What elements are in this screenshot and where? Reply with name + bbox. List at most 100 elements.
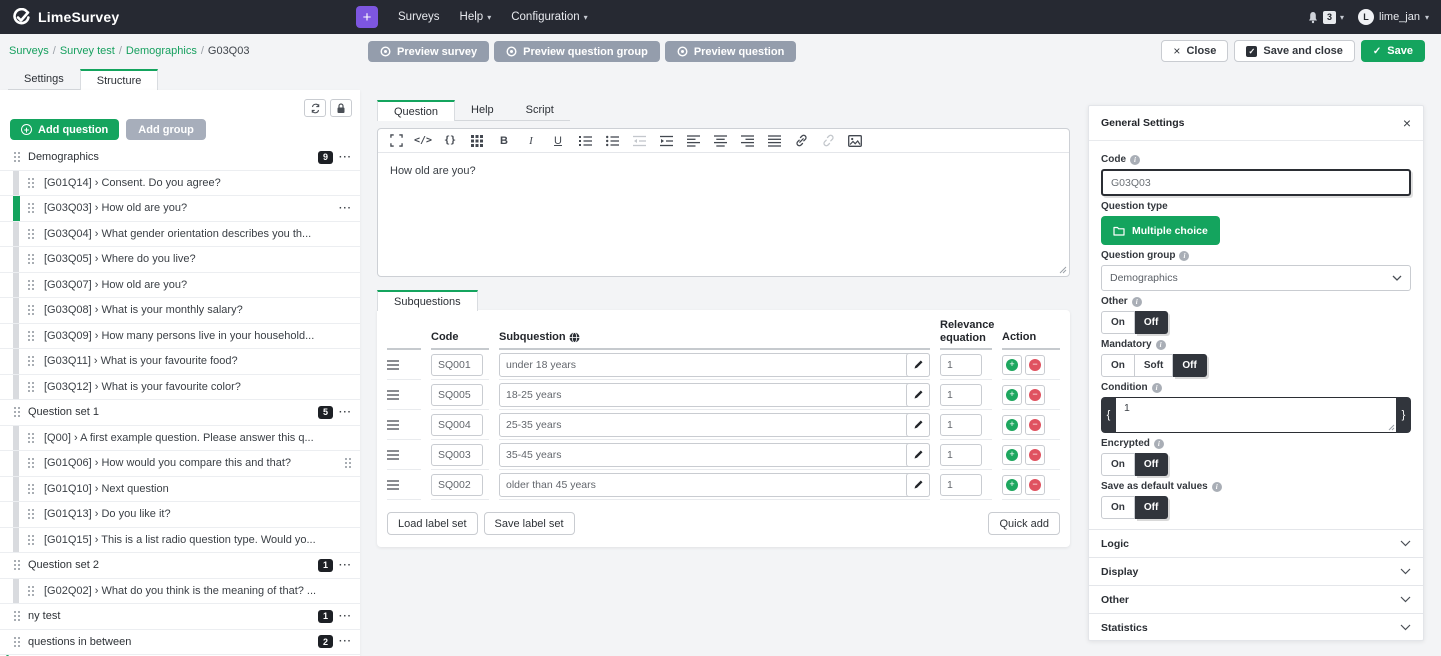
preview-question-group-button[interactable]: Preview question group [494, 41, 660, 62]
tab-settings[interactable]: Settings [8, 69, 80, 90]
image-icon[interactable] [847, 134, 863, 148]
accordion-display[interactable]: Display [1089, 557, 1423, 585]
fullscreen-icon[interactable] [388, 134, 404, 148]
preview-survey-button[interactable]: Preview survey [368, 41, 489, 62]
drag-handle-icon[interactable] [27, 253, 35, 265]
condition-input[interactable]: 1 [1116, 398, 1396, 432]
organize-questions-button[interactable] [304, 99, 326, 117]
question-row[interactable]: [G03Q04] › What gender orientation descr… [0, 222, 360, 248]
relevance-equation-input[interactable] [940, 444, 982, 466]
edit-subquestion-button[interactable] [906, 353, 930, 377]
question-row[interactable]: [G01Q14] › Consent. Do you agree? [0, 171, 360, 197]
underline-icon[interactable]: U [550, 134, 566, 148]
drag-handle-icon[interactable] [27, 381, 35, 393]
question-row-selected[interactable]: [G03Q03] › How old are you?··· [0, 196, 360, 222]
drag-handle-icon[interactable] [27, 457, 35, 469]
question-row[interactable]: [Q00] › A first example question. Please… [0, 426, 360, 452]
drag-handle-icon[interactable] [387, 480, 399, 490]
remove-subquestion-button[interactable]: − [1025, 475, 1045, 495]
drag-handle-icon[interactable] [387, 360, 399, 370]
add-subquestion-button[interactable]: + [1002, 355, 1022, 375]
drag-handle-icon[interactable] [27, 534, 35, 546]
add-subquestion-button[interactable]: + [1002, 445, 1022, 465]
drag-handle-icon[interactable] [13, 636, 21, 648]
subquestion-text-input[interactable] [499, 443, 930, 467]
question-group-select[interactable]: Demographics [1101, 265, 1411, 291]
question-menu-button[interactable]: ··· [339, 203, 352, 214]
accordion-logic[interactable]: Logic [1089, 529, 1423, 557]
question-type-button[interactable]: Multiple choice [1101, 216, 1220, 245]
subquestion-text-input[interactable] [499, 383, 930, 407]
subquestion-code-input[interactable] [431, 474, 483, 496]
question-text[interactable]: How old are you? [378, 153, 1069, 189]
outdent-icon[interactable] [631, 134, 647, 148]
group-row-ny-test[interactable]: ny test 1··· [0, 604, 360, 630]
link-icon[interactable] [793, 134, 809, 148]
nav-menu-configuration[interactable]: Configuration▾ [511, 11, 587, 23]
question-row[interactable]: [G03Q07] › How old are you? [0, 273, 360, 299]
group-menu-button[interactable]: ··· [339, 611, 352, 622]
subquestion-code-input[interactable] [431, 414, 483, 436]
question-row[interactable]: [G03Q12] › What is your favourite color? [0, 375, 360, 401]
subquestion-text-input[interactable] [499, 353, 930, 377]
align-justify-icon[interactable] [766, 134, 782, 148]
mandatory-on-button[interactable]: On [1101, 354, 1135, 377]
add-button[interactable]: + [356, 6, 378, 28]
group-row-question-set-1[interactable]: Question set 1 5··· [0, 400, 360, 426]
drag-handle-icon[interactable] [27, 585, 35, 597]
remove-subquestion-button[interactable]: − [1025, 355, 1045, 375]
tab-help[interactable]: Help [455, 100, 510, 121]
close-button[interactable]: ×Close [1161, 40, 1228, 62]
drag-handle-icon[interactable] [13, 151, 21, 163]
unlink-icon[interactable] [820, 134, 836, 148]
italic-icon[interactable]: I [523, 134, 539, 148]
drag-handle-icon[interactable] [27, 355, 35, 367]
save-button[interactable]: ✓Save [1361, 40, 1425, 62]
other-off-button[interactable]: Off [1135, 311, 1168, 334]
remove-subquestion-button[interactable]: − [1025, 445, 1045, 465]
resize-handle[interactable] [1388, 424, 1395, 431]
tab-question[interactable]: Question [377, 100, 455, 121]
drag-handle-icon[interactable] [27, 330, 35, 342]
breadcrumb-link[interactable]: Surveys [9, 45, 49, 57]
edit-subquestion-button[interactable] [906, 443, 930, 467]
question-row[interactable]: [G03Q08] › What is your monthly salary? [0, 298, 360, 324]
preview-question-button[interactable]: Preview question [665, 41, 796, 62]
question-code-input[interactable] [1101, 169, 1411, 196]
resize-handle[interactable] [1059, 266, 1067, 274]
tab-structure[interactable]: Structure [80, 69, 159, 90]
add-question-button[interactable]: +Add question [10, 119, 119, 140]
accordion-other[interactable]: Other [1089, 585, 1423, 613]
indent-icon[interactable] [658, 134, 674, 148]
mandatory-off-button[interactable]: Off [1173, 354, 1206, 377]
accordion-statistics[interactable]: Statistics [1089, 613, 1423, 641]
special-chars-grid-icon[interactable] [469, 134, 485, 148]
save-label-set-button[interactable]: Save label set [484, 512, 575, 535]
add-group-button[interactable]: Add group [126, 119, 206, 140]
align-center-icon[interactable] [712, 134, 728, 148]
bold-icon[interactable]: B [496, 134, 512, 148]
add-subquestion-button[interactable]: + [1002, 415, 1022, 435]
drag-handle-icon[interactable] [27, 202, 35, 214]
save-and-close-button[interactable]: ✓Save and close [1234, 40, 1355, 62]
quick-add-button[interactable]: Quick add [988, 512, 1060, 535]
limesurvey-brand[interactable]: LimeSurvey [12, 8, 119, 27]
nav-menu-surveys[interactable]: Surveys [398, 11, 440, 23]
question-row[interactable]: [G03Q11] › What is your favourite food? [0, 349, 360, 375]
mandatory-soft-button[interactable]: Soft [1135, 354, 1173, 377]
drag-handle-icon[interactable] [27, 279, 35, 291]
encrypted-on-button[interactable]: On [1101, 453, 1135, 476]
question-row[interactable]: [G02Q02] › What do you think is the mean… [0, 579, 360, 605]
group-row-question-set-2[interactable]: Question set 2 1··· [0, 553, 360, 579]
drag-handle-icon[interactable] [27, 508, 35, 520]
drag-handle-icon[interactable] [13, 610, 21, 622]
remove-subquestion-button[interactable]: − [1025, 385, 1045, 405]
drag-handle-icon[interactable] [27, 228, 35, 240]
question-row[interactable]: [G01Q06] › How would you compare this an… [0, 451, 360, 477]
question-row[interactable]: [G01Q10] › Next question [0, 477, 360, 503]
subquestion-code-input[interactable] [431, 384, 483, 406]
encrypted-off-button[interactable]: Off [1135, 453, 1168, 476]
drag-handle-icon[interactable] [13, 406, 21, 418]
drag-handle-icon[interactable] [27, 177, 35, 189]
group-row-demographics[interactable]: Demographics 9··· [0, 145, 360, 171]
